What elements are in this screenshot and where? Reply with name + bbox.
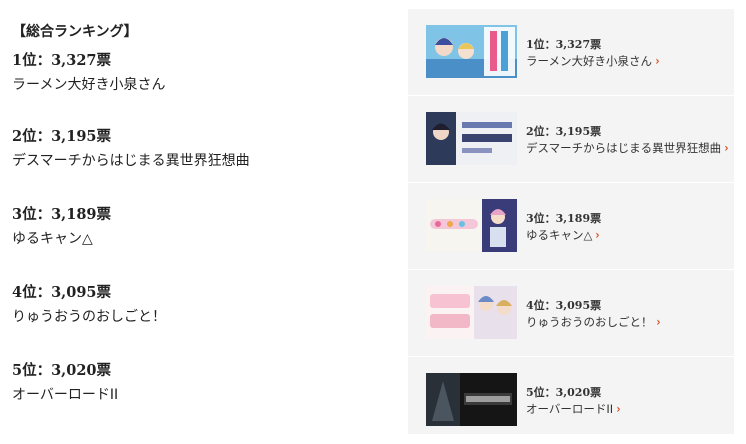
- ranking-card-rank: 2位：3,195票: [526, 125, 602, 138]
- article-rank: 3位：3,189票: [12, 206, 111, 223]
- article-rank: 5位：3,020票: [12, 362, 111, 379]
- ranking-card-info: 5位：3,020票 オーバーロードII ›: [526, 386, 621, 417]
- ranking-card-title: りゅうおうのおしごと！: [526, 315, 653, 329]
- ranking-card-title-link[interactable]: ラーメン大好き小泉さん ›: [526, 53, 660, 69]
- article-title: オーバーロードII: [12, 387, 119, 403]
- ranking-card-rank: 4位：3,095票: [526, 299, 602, 312]
- ranking-card-info: 1位：3,327票 ラーメン大好き小泉さん ›: [526, 38, 660, 69]
- article-title: ラーメン大好き小泉さん: [12, 77, 166, 93]
- ranking-card-rank: 1位：3,327票: [526, 38, 602, 51]
- ranking-article: 【総合ランキング】 1位：3,327票 ラーメン大好き小泉さん 2位：3,195…: [12, 20, 392, 403]
- chevron-right-icon: ›: [595, 228, 600, 242]
- anime-key-visual-1-icon: [426, 25, 517, 78]
- anime-thumbnail-image[interactable]: [426, 112, 517, 165]
- ranking-heading: 【総合ランキング】: [12, 24, 138, 40]
- ranking-card-item-2[interactable]: 2位：3,195票 デスマーチからはじまる異世界狂想曲 ›: [408, 96, 734, 183]
- article-title: ゆるキャン△: [12, 231, 93, 247]
- article-entry-1: 1位：3,327票 ラーメン大好き小泉さん: [12, 50, 165, 96]
- ranking-card-rank: 3位：3,189票: [526, 212, 602, 225]
- anime-key-visual-3-icon: [426, 199, 517, 252]
- ranking-card-info: 3位：3,189票 ゆるキャン△ ›: [526, 212, 601, 243]
- ranking-card-title-link[interactable]: オーバーロードII ›: [526, 401, 621, 417]
- anime-thumbnail-image[interactable]: [426, 25, 517, 78]
- article-entry-3: 3位：3,189票 ゆるキャン△: [12, 204, 111, 250]
- ranking-card-item-4[interactable]: 4位：3,095票 りゅうおうのおしごと！ ›: [408, 270, 734, 357]
- article-entry-5: 5位：3,020票 オーバーロードII: [12, 360, 118, 406]
- page: 【総合ランキング】 1位：3,327票 ラーメン大好き小泉さん 2位：3,195…: [0, 0, 746, 444]
- ranking-card-title-link[interactable]: りゅうおうのおしごと！ ›: [526, 314, 660, 330]
- anime-key-visual-5-icon: [426, 373, 517, 426]
- anime-key-visual-4-icon: [426, 286, 517, 339]
- ranking-card-title-link[interactable]: ゆるキャン△ ›: [526, 227, 601, 243]
- ranking-card-item-5[interactable]: 5位：3,020票 オーバーロードII ›: [408, 357, 734, 443]
- ranking-card-title: ラーメン大好き小泉さん: [526, 54, 653, 68]
- ranking-card-item-3[interactable]: 3位：3,189票 ゆるキャン△ ›: [408, 183, 734, 270]
- ranking-card-title: デスマーチからはじまる異世界狂想曲: [526, 141, 722, 155]
- article-entry-4: 4位：3,095票 りゅうおうのおしごと！: [12, 282, 166, 328]
- ranking-card-item-1[interactable]: 1位：3,327票 ラーメン大好き小泉さん ›: [408, 9, 734, 96]
- article-rank: 4位：3,095票: [12, 284, 111, 301]
- article-title: りゅうおうのおしごと！: [12, 309, 166, 325]
- anime-key-visual-2-icon: [426, 112, 517, 165]
- article-title: デスマーチからはじまる異世界狂想曲: [12, 153, 250, 169]
- anime-thumbnail-image[interactable]: [426, 199, 517, 252]
- chevron-right-icon: ›: [724, 141, 729, 155]
- anime-thumbnail-image[interactable]: [426, 373, 517, 426]
- article-rank: 2位：3,195票: [12, 128, 111, 145]
- chevron-right-icon: ›: [616, 402, 621, 416]
- anime-thumbnail-image[interactable]: [426, 286, 517, 339]
- ranking-card: 1位：3,327票 ラーメン大好き小泉さん › 2位：3,195票 デスマーチから…: [408, 9, 734, 434]
- ranking-card-title-link[interactable]: デスマーチからはじまる異世界狂想曲 ›: [526, 140, 729, 156]
- ranking-card-title: オーバーロードII: [526, 402, 614, 416]
- chevron-right-icon: ›: [655, 54, 660, 68]
- article-entry-2: 2位：3,195票 デスマーチからはじまる異世界狂想曲: [12, 126, 250, 172]
- article-rank: 1位：3,327票: [12, 52, 111, 69]
- ranking-card-info: 2位：3,195票 デスマーチからはじまる異世界狂想曲 ›: [526, 125, 729, 156]
- ranking-card-title: ゆるキャン△: [526, 228, 593, 242]
- ranking-card-rank: 5位：3,020票: [526, 386, 602, 399]
- chevron-right-icon: ›: [655, 315, 660, 329]
- ranking-card-info: 4位：3,095票 りゅうおうのおしごと！ ›: [526, 299, 660, 330]
